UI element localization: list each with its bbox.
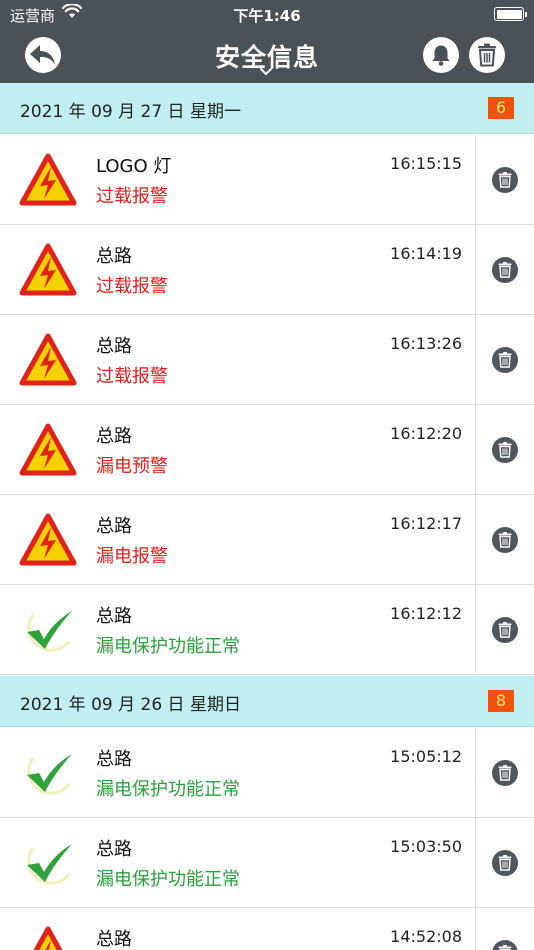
alarm-status: 过载报警	[96, 366, 168, 387]
electric-hazard-warning-icon	[19, 513, 77, 566]
chevron-down-icon[interactable]	[259, 67, 273, 76]
divider	[475, 315, 476, 405]
alarm-status: 漏电保护功能正常	[96, 779, 240, 800]
count-badge: 6	[488, 97, 514, 119]
alarm-list-item[interactable]: 总路 漏电预警 16:12:20	[0, 405, 534, 495]
alarm-list-item[interactable]: 总路 漏电保护功能正常 15:03:50	[0, 818, 534, 908]
green-checkmark-icon	[27, 611, 72, 652]
trash-icon	[498, 442, 512, 458]
alarm-list-item[interactable]: LOGO 灯 过载报警 16:15:15	[0, 135, 534, 225]
delete-button[interactable]	[492, 437, 518, 463]
alarm-list-item[interactable]: 总路 14:52:08	[0, 908, 534, 950]
trash-icon	[498, 622, 512, 638]
date-section-header: 2021 年 09 月 27 日 星期一 6	[0, 83, 534, 134]
alarm-status: 漏电保护功能正常	[96, 636, 240, 657]
electric-hazard-warning-icon	[33, 926, 63, 950]
alarm-time: 15:05:12	[390, 747, 462, 766]
divider	[475, 495, 476, 585]
alarm-time: 16:12:17	[390, 514, 462, 533]
alarm-status: 漏电保护功能正常	[96, 869, 240, 890]
electric-hazard-warning-icon	[19, 243, 77, 296]
status-time: 下午1:46	[233, 7, 301, 25]
device-name: 总路	[96, 516, 132, 537]
status-bar: 运营商 下午1:46	[0, 0, 534, 28]
divider	[475, 728, 476, 818]
trash-icon	[478, 43, 496, 67]
alarm-time: 14:52:08	[390, 927, 462, 946]
device-name: LOGO 灯	[96, 156, 172, 177]
delete-button[interactable]	[492, 617, 518, 643]
divider	[475, 225, 476, 315]
device-name: 总路	[96, 839, 132, 860]
battery-icon	[494, 7, 527, 21]
delete-button[interactable]	[492, 527, 518, 553]
divider	[475, 585, 476, 675]
section-date: 2021 年 09 月 27 日 星期一	[20, 102, 241, 122]
alarm-list-item[interactable]: 总路 过载报警 16:14:19	[0, 225, 534, 315]
alarm-time: 16:12:12	[390, 604, 462, 623]
alarm-time: 16:13:26	[390, 334, 462, 353]
date-section-header: 2021 年 09 月 26 日 星期日 8	[0, 676, 534, 727]
alarm-list-item[interactable]: 总路 漏电保护功能正常 15:05:12	[0, 728, 534, 818]
alarm-status: 漏电预警	[96, 456, 168, 477]
alarm-status: 漏电报警	[96, 546, 168, 567]
delete-button[interactable]	[492, 850, 518, 876]
alarm-list-item[interactable]: 总路 过载报警 16:13:26	[0, 315, 534, 405]
alarm-time: 16:14:19	[390, 244, 462, 263]
delete-button[interactable]	[492, 257, 518, 283]
navigation-bar: 运营商 下午1:46 安全信息	[0, 0, 534, 83]
device-name: 总路	[96, 606, 132, 627]
delete-button[interactable]	[492, 347, 518, 373]
divider	[475, 818, 476, 908]
delete-button[interactable]	[492, 760, 518, 786]
trash-icon	[498, 765, 512, 781]
device-name: 总路	[96, 929, 132, 950]
trash-icon	[498, 945, 512, 950]
alarm-list-item[interactable]: 总路 漏电保护功能正常 16:12:12	[0, 585, 534, 675]
green-checkmark-icon	[27, 844, 72, 885]
trash-icon	[498, 172, 512, 188]
device-name: 总路	[96, 336, 132, 357]
delete-button[interactable]	[492, 167, 518, 193]
trash-icon	[498, 262, 512, 278]
bell-button[interactable]	[423, 37, 459, 73]
trash-icon	[498, 532, 512, 548]
device-name: 总路	[96, 246, 132, 267]
section-date: 2021 年 09 月 26 日 星期日	[20, 695, 241, 715]
clear-all-button[interactable]	[469, 37, 505, 73]
device-name: 总路	[96, 426, 132, 447]
bell-icon	[432, 45, 450, 66]
device-name: 总路	[96, 749, 132, 770]
trash-icon	[498, 855, 512, 871]
electric-hazard-warning-icon	[19, 423, 77, 476]
electric-hazard-warning-icon	[19, 153, 77, 206]
alarm-time: 16:12:20	[390, 424, 462, 443]
green-checkmark-icon	[27, 754, 72, 795]
delete-button[interactable]	[492, 940, 518, 950]
alarm-time: 16:15:15	[390, 154, 462, 173]
divider	[475, 405, 476, 495]
count-badge: 8	[488, 690, 514, 712]
divider	[475, 135, 476, 225]
alarm-status: 过载报警	[96, 276, 168, 297]
alarm-list-item[interactable]: 总路 漏电报警 16:12:17	[0, 495, 534, 585]
electric-hazard-warning-icon	[19, 333, 77, 386]
trash-icon	[498, 352, 512, 368]
divider	[475, 908, 476, 950]
alarm-status: 过载报警	[96, 186, 168, 207]
alarm-time: 15:03:50	[390, 837, 462, 856]
